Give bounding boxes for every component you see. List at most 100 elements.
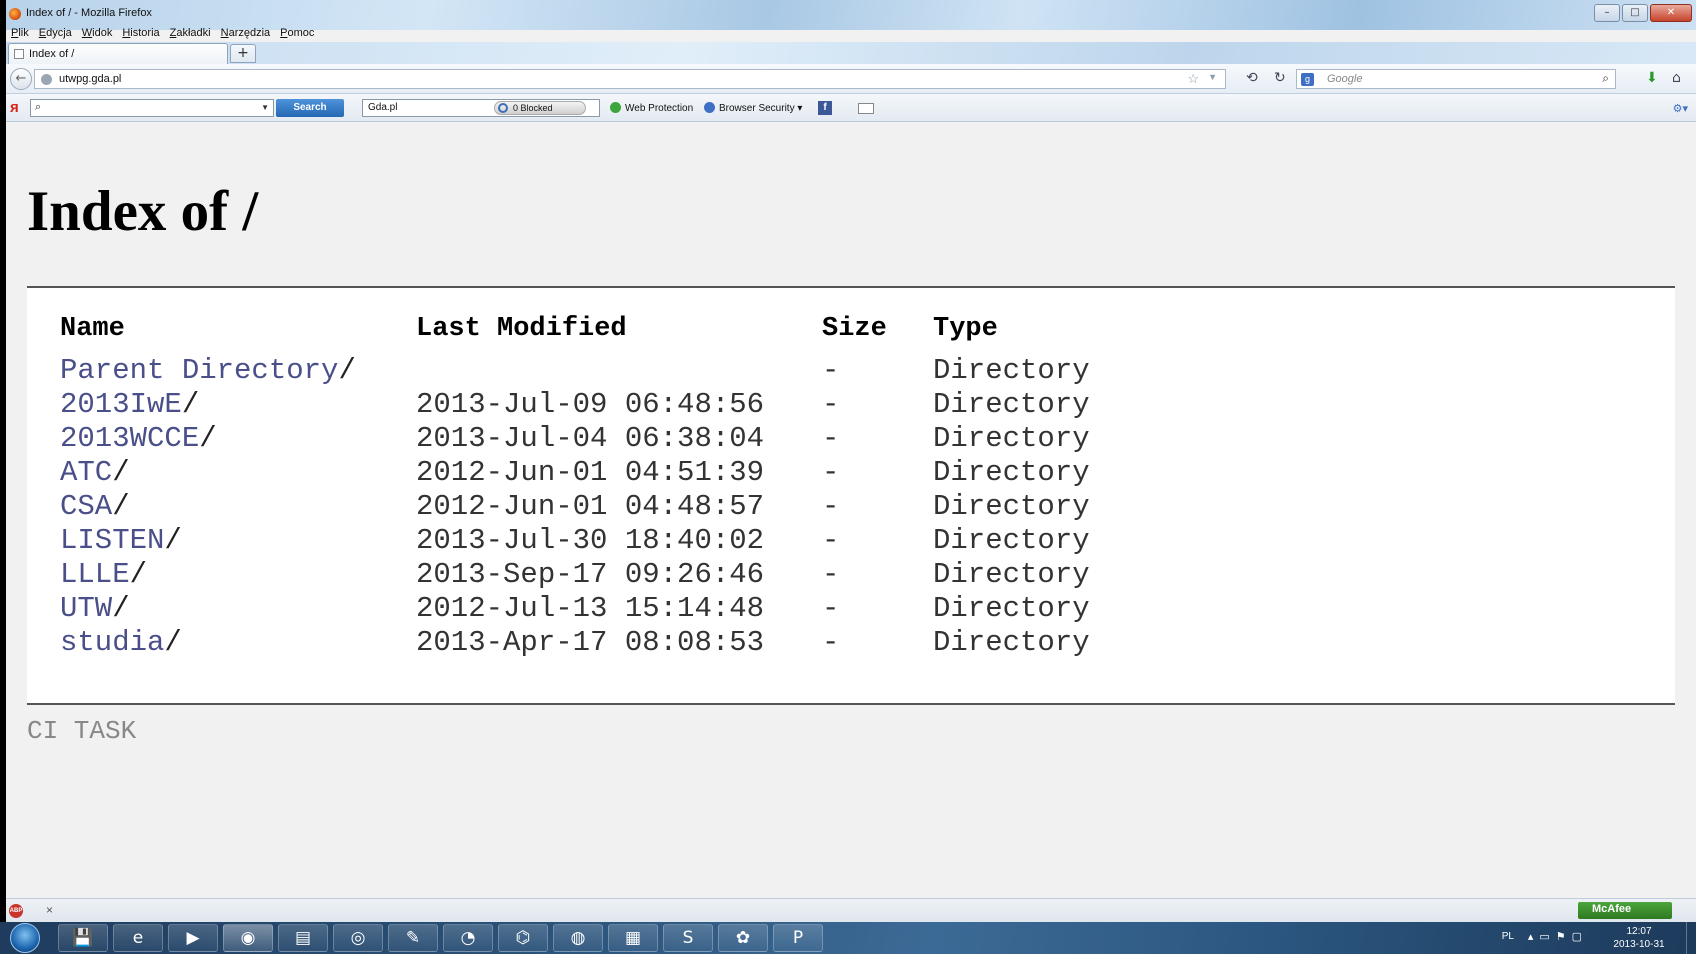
entry-type: Directory xyxy=(933,388,1090,421)
google-search-engine-icon[interactable]: g xyxy=(1301,73,1314,86)
entry-link[interactable]: LISTEN xyxy=(60,524,164,557)
search-bar[interactable]: g Google ⌕ xyxy=(1296,69,1616,89)
menu-pomoc[interactable]: Pomoc xyxy=(275,24,319,42)
web-protection-button[interactable]: Web Protection xyxy=(610,102,693,114)
home-icon[interactable]: ⌂ xyxy=(1672,70,1681,86)
facebook-icon[interactable]: f xyxy=(818,101,832,115)
entry-size: - xyxy=(822,592,840,625)
entry-type: Directory xyxy=(933,490,1090,523)
chevron-down-icon[interactable]: ▼ xyxy=(261,103,269,112)
navigation-bar: ← utwpg.gda.pl ☆ ▼ ⟲ ↻ g Google ⌕ ⬇ ⌂ xyxy=(6,64,1696,94)
list-item: ATC/ 2012-Jun-01 04:51:39 - Directory xyxy=(60,456,1090,489)
entry-link[interactable]: studia xyxy=(60,626,164,659)
entry-link[interactable]: 2013WCCE xyxy=(60,422,199,455)
browser-security-button[interactable]: Browser Security ▾ xyxy=(704,102,802,114)
search-icon[interactable]: ⌕ xyxy=(1602,71,1609,86)
media-player-icon[interactable]: ▶ xyxy=(168,924,218,952)
firefox-icon[interactable]: ◉ xyxy=(223,924,273,952)
adblock-icon[interactable]: ABP xyxy=(9,904,23,918)
column-header-size[interactable]: Size xyxy=(822,314,887,344)
menu-zakladki[interactable]: Zakładki xyxy=(165,24,216,42)
tools-menu-icon[interactable]: ⚙▾ xyxy=(1673,102,1688,115)
skype-icon[interactable]: S xyxy=(663,924,713,952)
avg-toolbar: ᴙ ⌕ ▼ Search Gda.pl 0 Blocked Web Protec… xyxy=(6,94,1696,122)
list-item: studia/ 2013-Apr-17 08:08:53 - Directory xyxy=(60,626,1090,659)
globe-app-icon[interactable]: ◍ xyxy=(553,924,603,952)
list-item: LLLE/ 2013-Sep-17 09:26:46 - Directory xyxy=(60,558,1090,591)
powerpoint-icon[interactable]: P xyxy=(773,924,823,952)
tab-label: Index of / xyxy=(29,48,75,60)
menu-historia[interactable]: Historia xyxy=(117,24,164,42)
list-item: LISTEN/ 2013-Jul-30 18:40:02 - Directory xyxy=(60,524,1090,557)
back-arrow-icon: ← xyxy=(15,71,27,86)
mcafee-badge[interactable]: McAfee xyxy=(1578,902,1672,919)
picasa-icon[interactable]: ✿ xyxy=(718,924,768,952)
url-bar[interactable]: utwpg.gda.pl ☆ ▼ xyxy=(34,69,1226,89)
clock[interactable]: 12:07 2013-10-31 xyxy=(1604,925,1674,951)
entry-size: - xyxy=(822,388,840,421)
entry-link[interactable]: Parent Directory xyxy=(60,354,338,387)
entry-size: - xyxy=(822,354,840,387)
avg-search-input[interactable]: ⌕ ▼ xyxy=(30,99,274,117)
avg-search-button[interactable]: Search xyxy=(276,99,344,117)
column-header-type[interactable]: Type xyxy=(933,314,998,344)
chrome-icon[interactable]: ◎ xyxy=(333,924,383,952)
back-button[interactable]: ← xyxy=(10,68,32,90)
show-desktop-button[interactable] xyxy=(1686,922,1696,954)
entry-modified: 2012-Jun-01 04:51:39 xyxy=(416,456,765,489)
reload-icon[interactable]: ↻ xyxy=(1274,70,1286,86)
menu-plik[interactable]: Plik xyxy=(6,24,34,42)
clock-date: 2013-10-31 xyxy=(1613,939,1665,950)
entry-link[interactable]: LLLE xyxy=(60,558,130,591)
bookmark-star-icon[interactable]: ☆ xyxy=(1187,71,1199,87)
column-header-modified[interactable]: Last Modified xyxy=(416,314,627,344)
new-tab-button[interactable]: + xyxy=(230,44,256,63)
firefox-icon xyxy=(9,8,21,20)
language-indicator[interactable]: PL xyxy=(1502,931,1514,942)
window-controls: – □ ✕ xyxy=(1594,4,1692,22)
entry-link[interactable]: 2013IwE xyxy=(60,388,182,421)
entry-type: Directory xyxy=(933,456,1090,489)
web-protection-label: Web Protection xyxy=(625,103,694,114)
maximize-button[interactable]: □ xyxy=(1622,4,1648,22)
menu-widok[interactable]: Widok xyxy=(77,24,118,42)
tab-strip: Index of / + xyxy=(6,42,1696,64)
save-icon[interactable]: 💾 xyxy=(58,924,108,952)
close-addon-bar-icon[interactable]: × xyxy=(46,903,53,917)
browser-window: Index of / - Mozilla Firefox – □ ✕ Plik … xyxy=(6,0,1696,922)
shield-icon xyxy=(704,102,715,113)
tray-icons[interactable]: ▴▭⚑▢ xyxy=(1528,930,1588,943)
page-title: Index of / xyxy=(27,180,259,243)
menu-narzedzia[interactable]: Narzędzia xyxy=(216,24,276,42)
entry-link[interactable]: ATC xyxy=(60,456,112,489)
pie-chart-app-icon[interactable]: ◔ xyxy=(443,924,493,952)
entry-modified: 2013-Apr-17 08:08:53 xyxy=(416,626,765,659)
paint-icon[interactable]: ✎ xyxy=(388,924,438,952)
sync-icon[interactable]: ⟲ xyxy=(1246,70,1258,86)
blocked-counter[interactable]: 0 Blocked xyxy=(494,101,586,115)
entry-link[interactable]: UTW xyxy=(60,592,112,625)
download-icon[interactable]: ⬇ xyxy=(1646,70,1658,86)
directory-listing: Name Last Modified Size Type Parent Dire… xyxy=(27,288,1675,703)
mail-icon[interactable] xyxy=(858,103,874,114)
url-dropdown-icon[interactable]: ▼ xyxy=(1208,72,1217,82)
menu-edycja[interactable]: Edycja xyxy=(34,24,77,42)
entry-modified: 2013-Jul-09 06:48:56 xyxy=(416,388,765,421)
tile-app-icon[interactable]: ▦ xyxy=(608,924,658,952)
minimize-button[interactable]: – xyxy=(1594,4,1620,22)
close-button[interactable]: ✕ xyxy=(1650,4,1692,22)
start-button[interactable] xyxy=(10,923,40,953)
site-identity-icon[interactable] xyxy=(41,74,52,85)
entry-type: Directory xyxy=(933,558,1090,591)
entry-link[interactable]: CSA xyxy=(60,490,112,523)
browser-security-label: Browser Security xyxy=(719,103,795,114)
internet-explorer-icon[interactable]: e xyxy=(113,924,163,952)
avg-logo-icon[interactable]: ᴙ xyxy=(10,99,19,116)
column-header-name[interactable]: Name xyxy=(60,314,125,344)
entry-size: - xyxy=(822,490,840,523)
window-title: Index of / - Mozilla Firefox xyxy=(26,7,152,19)
file-explorer-icon[interactable]: ▤ xyxy=(278,924,328,952)
network-app-icon[interactable]: ⌬ xyxy=(498,924,548,952)
entry-modified: 2013-Sep-17 09:26:46 xyxy=(416,558,765,591)
tab-index[interactable]: Index of / xyxy=(8,43,228,64)
